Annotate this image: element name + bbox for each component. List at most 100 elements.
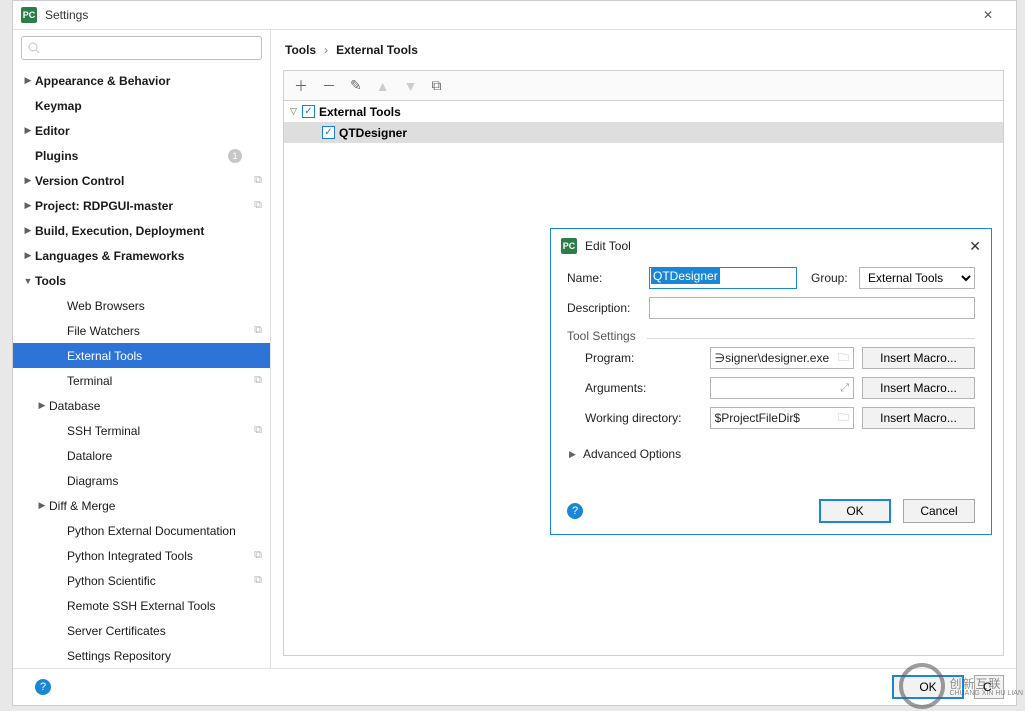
insert-macro-button[interactable]: Insert Macro...: [862, 377, 975, 399]
tree-row[interactable]: ▶Editor: [13, 118, 270, 143]
window-title: Settings: [45, 8, 968, 22]
tree-label: Appearance & Behavior: [35, 74, 270, 88]
tree-label: Database: [49, 399, 270, 413]
dialog-titlebar: PC Edit Tool ✕: [551, 229, 991, 263]
item-name: QTDesigner: [339, 126, 407, 140]
tree-row[interactable]: ▶Python External Documentation: [13, 518, 270, 543]
tree-row[interactable]: ▶Project: RDPGUI-master⧉: [13, 193, 270, 218]
insert-macro-button[interactable]: Insert Macro...: [862, 407, 975, 429]
scope-icon: ⧉: [254, 199, 262, 212]
titlebar: PC Settings ✕: [13, 1, 1016, 30]
scope-icon: ⧉: [254, 324, 262, 337]
expand-icon[interactable]: ▽: [290, 106, 302, 117]
tree-row[interactable]: ▶Terminal⧉: [13, 368, 270, 393]
dialog-body: Name: QTDesigner Group: External Tools D…: [551, 263, 991, 488]
search-icon: [28, 42, 40, 54]
tree-row[interactable]: ▶File Watchers⧉: [13, 318, 270, 343]
advanced-options[interactable]: ▶ Advanced Options: [567, 447, 975, 461]
tree-row[interactable]: ▶SSH Terminal⧉: [13, 418, 270, 443]
tree-row[interactable]: ▶Web Browsers: [13, 293, 270, 318]
tree-row[interactable]: ▶Python Integrated Tools⧉: [13, 543, 270, 568]
tree-label: Version Control: [35, 174, 270, 188]
tree-row[interactable]: ▶Database: [13, 393, 270, 418]
cancel-button[interactable]: Cancel: [903, 499, 975, 523]
group-label: Group:: [811, 271, 859, 285]
tree-label: Languages & Frameworks: [35, 249, 270, 263]
tree-row[interactable]: ▶Keymap: [13, 93, 270, 118]
dialog-title: Edit Tool: [585, 239, 969, 253]
tree-label: Keymap: [35, 99, 270, 113]
tree-row[interactable]: ▶Build, Execution, Deployment: [13, 218, 270, 243]
group-name: External Tools: [319, 105, 401, 119]
arguments-label: Arguments:: [585, 381, 710, 395]
tree-row[interactable]: ▶Languages & Frameworks: [13, 243, 270, 268]
tree-label: Build, Execution, Deployment: [35, 224, 270, 238]
arrow-icon[interactable]: ▶: [35, 500, 49, 511]
add-icon[interactable]: ＋: [294, 76, 308, 96]
arrow-icon[interactable]: ▶: [21, 175, 35, 186]
search-input[interactable]: [21, 36, 262, 60]
tree-label: Editor: [35, 124, 270, 138]
tree-label: File Watchers: [67, 324, 270, 338]
remove-icon[interactable]: －: [322, 76, 336, 96]
tree-label: Python Scientific: [67, 574, 270, 588]
tree-label: Terminal: [67, 374, 270, 388]
tree-row[interactable]: ▶Datalore: [13, 443, 270, 468]
tree-row[interactable]: ▶Settings Repository: [13, 643, 270, 668]
tree-row[interactable]: ▶Version Control⧉: [13, 168, 270, 193]
sidebar: ▶Appearance & Behavior▶Keymap▶Editor▶Plu…: [13, 30, 271, 668]
help-icon[interactable]: ?: [567, 503, 583, 519]
tree-row[interactable]: ▶Diff & Merge: [13, 493, 270, 518]
program-label: Program:: [585, 351, 710, 365]
main-panel: Tools › External Tools ＋ － ✎ ▲ ▼ ⧉ ▽ ✓ E…: [271, 30, 1016, 668]
scope-icon: ⧉: [254, 374, 262, 387]
tree-row[interactable]: ▶External Tools: [13, 343, 270, 368]
edit-icon[interactable]: ✎: [350, 77, 362, 94]
arrow-icon[interactable]: ▶: [21, 125, 35, 136]
arguments-field[interactable]: ⤢: [710, 377, 854, 399]
name-field[interactable]: QTDesigner: [649, 267, 797, 289]
close-icon[interactable]: ✕: [968, 1, 1008, 29]
program-field[interactable]: ∋signer\designer.exe 🗀: [710, 347, 854, 369]
insert-macro-button[interactable]: Insert Macro...: [862, 347, 975, 369]
tree-row[interactable]: ▶Appearance & Behavior: [13, 68, 270, 93]
tree-label: Diff & Merge: [49, 499, 270, 513]
expand-icon[interactable]: ⤢: [840, 382, 849, 395]
arrow-icon[interactable]: ▶: [21, 225, 35, 236]
tree-row[interactable]: ▶Server Certificates: [13, 618, 270, 643]
group-select[interactable]: External Tools: [859, 267, 975, 289]
breadcrumb-root[interactable]: Tools: [285, 43, 316, 57]
checkbox[interactable]: ✓: [302, 105, 315, 118]
list-item-row[interactable]: ✓ QTDesigner: [284, 122, 1003, 143]
watermark: 创新互联 CHUANG XIN HU LIAN: [899, 663, 1023, 709]
tree-row[interactable]: ▶Plugins1: [13, 143, 270, 168]
arrow-icon[interactable]: ▶: [21, 200, 35, 211]
settings-tree[interactable]: ▶Appearance & Behavior▶Keymap▶Editor▶Plu…: [13, 66, 270, 668]
pycharm-icon: PC: [21, 7, 37, 23]
tree-row[interactable]: ▶Python Scientific⧉: [13, 568, 270, 593]
arrow-icon[interactable]: ▶: [21, 250, 35, 261]
folder-icon[interactable]: 🗀: [838, 349, 849, 368]
help-icon[interactable]: ?: [35, 679, 51, 695]
arrow-icon[interactable]: ▶: [35, 400, 49, 411]
tree-row[interactable]: ▼Tools: [13, 268, 270, 293]
pycharm-icon: PC: [561, 238, 577, 254]
up-icon[interactable]: ▲: [376, 78, 390, 94]
list-group-row[interactable]: ▽ ✓ External Tools: [284, 101, 1003, 122]
arrow-icon[interactable]: ▶: [21, 75, 35, 86]
ok-button[interactable]: OK: [819, 499, 891, 523]
description-field[interactable]: [649, 297, 975, 319]
close-icon[interactable]: ✕: [969, 238, 981, 255]
badge: 1: [228, 149, 242, 163]
scope-icon: ⧉: [254, 574, 262, 587]
copy-icon[interactable]: ⧉: [431, 77, 441, 94]
down-icon[interactable]: ▼: [404, 78, 418, 94]
settings-footer: ? OK C: [13, 668, 1016, 705]
search-field[interactable]: [44, 41, 255, 55]
checkbox[interactable]: ✓: [322, 126, 335, 139]
tree-row[interactable]: ▶Remote SSH External Tools: [13, 593, 270, 618]
tree-row[interactable]: ▶Diagrams: [13, 468, 270, 493]
arrow-icon[interactable]: ▼: [21, 276, 35, 286]
folder-icon[interactable]: 🗀: [838, 409, 849, 428]
working-dir-field[interactable]: $ProjectFileDir$ 🗀: [710, 407, 854, 429]
